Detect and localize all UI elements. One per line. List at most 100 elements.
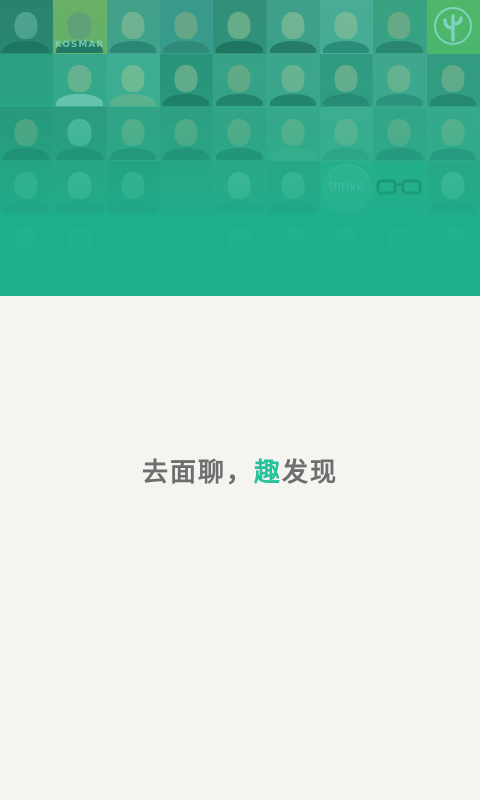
avatar-collage-banner: KOSMAR thrive [0,0,480,296]
slogan-accent: 趣 [253,458,282,488]
avatar-shoulders [216,40,263,53]
avatar-tile [53,107,107,161]
avatar-shoulders [216,201,263,214]
avatar-shoulders [216,254,263,267]
avatar-tile [426,0,480,54]
avatar-tile [159,267,214,296]
avatar-head [227,65,251,93]
avatar-head [387,11,411,39]
avatar-tile [159,214,214,268]
avatar-tile [319,267,374,296]
avatar-head [281,118,305,146]
slogan: 去面聊，趣发现 [0,454,480,492]
avatar-tile [0,53,54,107]
avatar-tile [266,267,320,296]
avatar-tile [106,53,160,107]
avatar-shoulders [56,201,103,214]
avatar-tile: KOSMAR [53,0,107,54]
avatar-head [387,225,411,253]
avatar-head [121,118,145,146]
avatar-tile [266,0,320,54]
avatar-tile [213,53,267,107]
avatar-tile [426,267,480,296]
avatar-shoulders [376,254,423,267]
avatar-shoulders [269,94,316,107]
avatar-shoulders [56,254,103,267]
avatar-tile [373,53,427,107]
avatar-shoulders [323,94,370,107]
avatar-tile [213,160,267,214]
avatar-head [387,118,411,146]
avatar-head [227,172,251,200]
avatar-tile [426,160,480,214]
avatar-head [121,172,145,200]
avatar-head [67,11,91,39]
avatar-head [174,118,198,146]
avatar-tile [373,267,427,296]
avatar-head [175,226,198,253]
avatar-tile [213,267,267,296]
avatar-grid: KOSMAR thrive [0,0,480,296]
avatar-tile [106,0,160,54]
avatar-shoulders [3,147,50,160]
avatar-tile [213,107,267,161]
avatar-head [334,65,358,93]
avatar-tile [213,214,267,268]
avatar-shoulders [323,40,370,53]
avatar-tile [266,160,320,214]
avatar-tile [213,0,267,54]
avatar-head [14,118,38,146]
avatar-head [67,225,91,253]
avatar-tile [0,160,54,214]
avatar-head [227,225,251,253]
avatar-head [67,65,91,93]
avatar-tile [319,53,374,107]
avatar-shoulders [216,94,263,107]
avatar-tile [159,107,214,161]
avatar-shoulders [269,147,316,160]
avatar-shoulders [3,201,50,214]
avatar-shoulders [109,94,156,107]
avatar-shoulders [376,94,423,107]
avatar-tile [159,160,214,214]
avatar-shoulders [3,254,50,267]
avatar-shoulders [56,94,103,107]
avatar-tile [159,53,214,107]
avatar-head [67,118,91,146]
avatar-shoulders [3,40,50,53]
avatar-tile [106,267,160,296]
avatar-tile [106,214,160,268]
avatar-shoulders [429,254,476,267]
kosmar-label: KOSMAR [54,39,105,50]
splash-screen: KOSMAR thrive 去面聊，趣发现 [0,0,480,800]
avatar-tile [266,53,320,107]
avatar-tile [373,0,427,54]
avatar-tile [0,107,54,161]
avatar-tile [53,267,107,296]
avatar-shoulders [323,254,370,267]
avatar-head [441,118,465,146]
avatar-shoulders [429,201,476,214]
avatar-tile [106,160,160,214]
avatar-head [14,225,38,253]
avatar-tile [106,107,160,161]
avatar-shoulders [429,94,476,107]
avatar-head [334,11,358,39]
avatar-tile [53,160,107,214]
slogan-part2: 发现 [282,458,339,488]
avatar-tile [319,214,374,268]
avatar-tile [373,107,427,161]
thrive-label: thrive [328,178,364,193]
avatar-shoulders [163,40,210,53]
avatar-shoulders [216,147,263,160]
avatar-shoulders [269,201,316,214]
avatar-head [334,225,358,253]
avatar-head [281,172,305,200]
avatar-tile [426,107,480,161]
avatar-head [227,11,251,39]
avatar-tile [53,53,107,107]
avatar-tile [373,160,427,214]
avatar-shoulders [429,147,476,160]
glasses-icon [376,179,422,195]
cactus-icon [433,7,472,46]
